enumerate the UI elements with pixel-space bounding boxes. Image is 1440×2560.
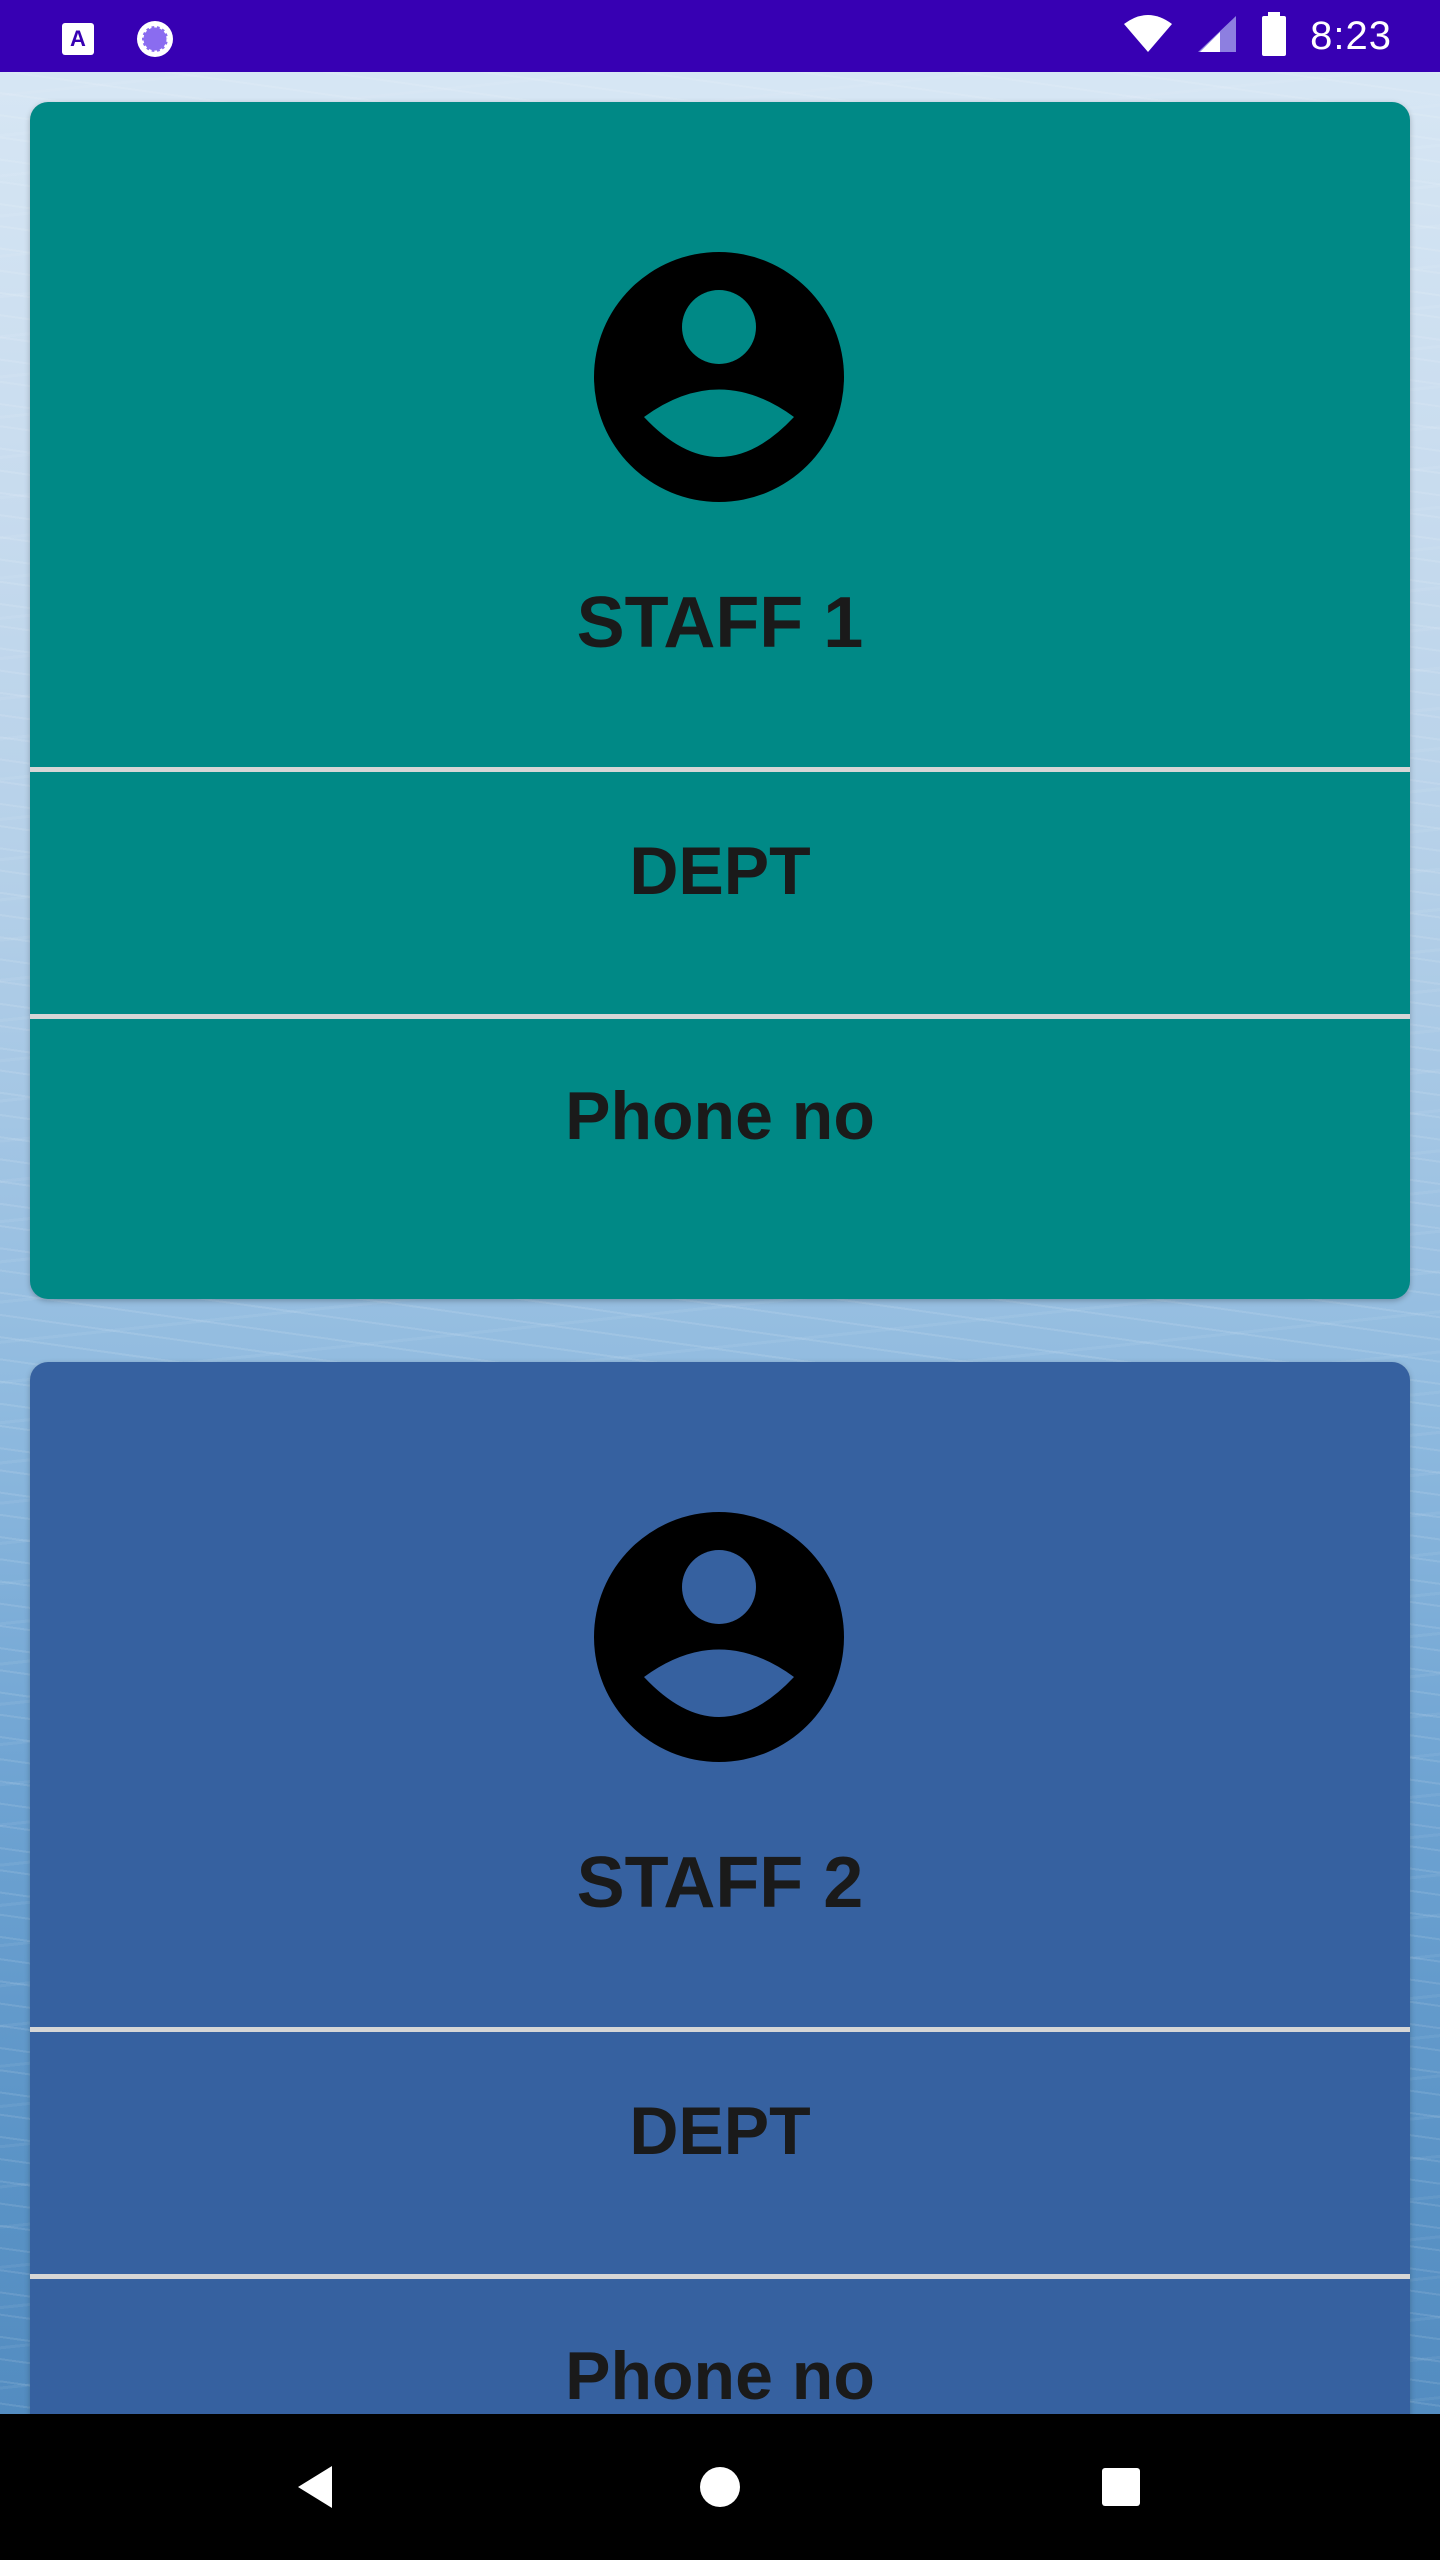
phone-label: Phone no: [565, 2338, 875, 2414]
a11y-icon: A: [60, 21, 96, 62]
phone-label: Phone no: [565, 1078, 875, 1154]
status-time: 8:23: [1310, 13, 1392, 58]
phone-row[interactable]: Phone no: [30, 1019, 1410, 1299]
loading-icon: [134, 18, 176, 65]
home-icon[interactable]: [687, 2454, 753, 2520]
dept-row: DEPT: [30, 772, 1410, 1014]
account-circle-icon: [594, 1512, 844, 1762]
battery-icon: [1260, 11, 1288, 61]
recents-icon[interactable]: [1088, 2454, 1154, 2520]
back-icon[interactable]: [284, 2454, 350, 2520]
svg-text:A: A: [70, 26, 86, 51]
staff-name: STAFF 1: [576, 583, 864, 663]
card-header: STAFF 2: [30, 1362, 1410, 2027]
status-bar: A 8:23: [0, 0, 1440, 72]
dept-row: DEPT: [30, 2032, 1410, 2274]
account-circle-icon: [594, 252, 844, 502]
dept-label: DEPT: [629, 833, 811, 909]
signal-icon: [1196, 14, 1238, 59]
card-header: STAFF 1: [30, 102, 1410, 767]
dept-label: DEPT: [629, 2093, 811, 2169]
staff-card[interactable]: STAFF 1 DEPT Phone no: [30, 102, 1410, 1299]
staff-name: STAFF 2: [576, 1843, 864, 1923]
wifi-icon: [1122, 14, 1174, 59]
navigation-bar: [0, 2414, 1440, 2560]
staff-card[interactable]: STAFF 2 DEPT Phone no: [30, 1362, 1410, 2559]
